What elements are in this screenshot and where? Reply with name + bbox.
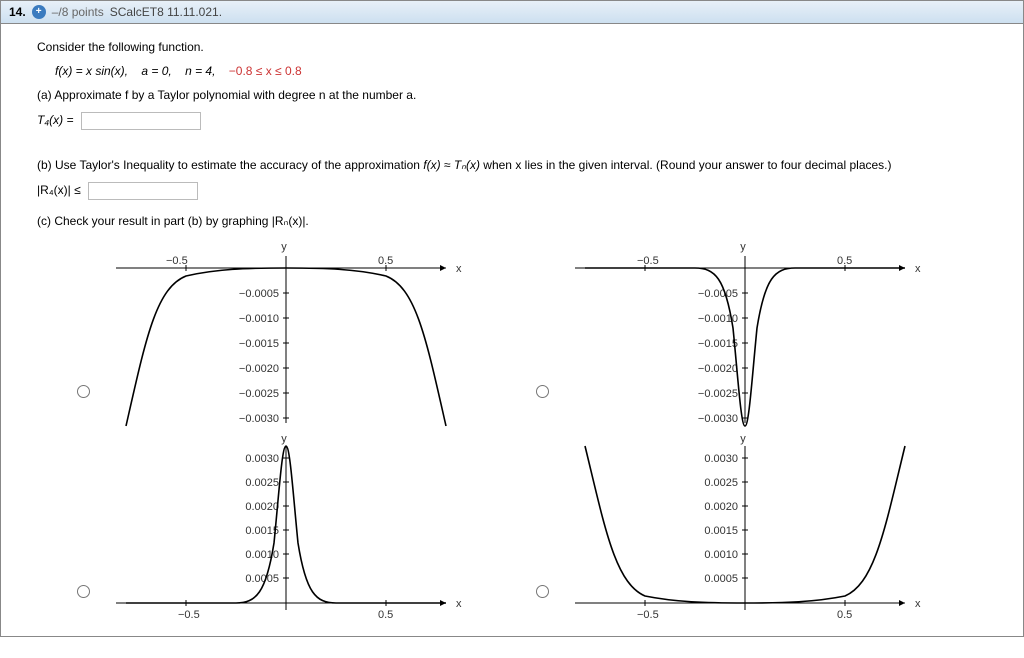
plot-d: y x −0.5 0.5 0.0030 0.0025 0.0020 0.0015…	[555, 428, 935, 628]
function-definition: f(x) = x sin(x), a = 0, n = 4, −0.8 ≤ x …	[37, 64, 995, 78]
graph-option-c: y x −0.5 0.5 0.0030 0.0025 0.0020 0.0015…	[77, 428, 536, 628]
svg-text:−0.0005: −0.0005	[239, 288, 279, 300]
plot-d-xtick-0: −0.5	[637, 609, 659, 621]
svg-text:−0.0025: −0.0025	[239, 388, 279, 400]
plot-a-xtick-1: 0.5	[378, 255, 393, 267]
svg-text:−0.0015: −0.0015	[239, 338, 279, 350]
source-label: SCalcET8 11.11.021.	[110, 5, 222, 19]
function-expr: f(x) = x sin(x),	[55, 64, 128, 78]
svg-text:0.0015: 0.0015	[245, 525, 279, 537]
plot-d-yticks: 0.0030 0.0025 0.0020 0.0015 0.0010 0.000…	[704, 453, 748, 585]
function-a: a = 0,	[141, 64, 171, 78]
plot-d-xtick-1: 0.5	[837, 609, 852, 621]
graph-radio-c[interactable]	[77, 585, 90, 598]
graph-radio-a[interactable]	[77, 385, 90, 398]
svg-text:0.0030: 0.0030	[704, 453, 738, 465]
plot-c-yticks: 0.0030 0.0025 0.0020 0.0015 0.0010 0.000…	[245, 453, 289, 585]
plot-b-xtick-1: 0.5	[837, 255, 852, 267]
question-body: Consider the following function. f(x) = …	[1, 24, 1023, 636]
y-axis-label: y	[740, 433, 746, 445]
x-axis-label: x	[915, 263, 921, 275]
svg-text:−0.0020: −0.0020	[239, 363, 279, 375]
y-axis-label: y	[740, 241, 746, 253]
plot-b-xtick-0: −0.5	[637, 255, 659, 267]
svg-text:0.0025: 0.0025	[245, 477, 279, 489]
plot-a: y x −0.5 0.5 −0.0005 −0.0010 −0.0015	[96, 238, 476, 428]
part-a-answer-row: T₄(x) =	[37, 112, 995, 130]
plot-c: y x −0.5 0.5 0.0030 0.0025 0.0020 0.0015…	[96, 428, 476, 628]
plot-a-xtick-0: −0.5	[166, 255, 188, 267]
svg-text:0.0005: 0.0005	[704, 573, 738, 585]
svg-text:0.0005: 0.0005	[245, 573, 279, 585]
svg-text:0.0020: 0.0020	[704, 501, 738, 513]
part-b-prompt-mid: when x lies in the given interval. (Roun…	[483, 158, 891, 172]
part-b-answer-row: |R₄(x)| ≤	[37, 182, 995, 200]
question-container: 14. + –/8 points SCalcET8 11.11.021. Con…	[0, 0, 1024, 637]
intro-text: Consider the following function.	[37, 40, 995, 54]
graph-radio-d[interactable]	[536, 585, 549, 598]
part-a-prompt: (a) Approximate f by a Taylor polynomial…	[37, 88, 995, 102]
part-c-prompt: (c) Check your result in part (b) by gra…	[37, 214, 995, 228]
svg-text:0.0015: 0.0015	[704, 525, 738, 537]
svg-text:−0.0030: −0.0030	[239, 413, 279, 425]
svg-text:−0.0025: −0.0025	[698, 388, 738, 400]
question-number: 14.	[9, 5, 26, 19]
plot-a-yticks: −0.0005 −0.0010 −0.0015 −0.0020 −0.0025 …	[239, 288, 289, 425]
plot-c-xtick-0: −0.5	[178, 609, 200, 621]
x-axis-label: x	[915, 598, 921, 610]
question-header: 14. + –/8 points SCalcET8 11.11.021.	[1, 1, 1023, 24]
plot-c-xtick-1: 0.5	[378, 609, 393, 621]
svg-text:−0.0005: −0.0005	[698, 288, 738, 300]
x-axis-label: x	[456, 263, 462, 275]
svg-text:0.0010: 0.0010	[704, 549, 738, 561]
graph-option-d: y x −0.5 0.5 0.0030 0.0025 0.0020 0.0015…	[536, 428, 995, 628]
part-b-prompt: (b) Use Taylor's Inequality to estimate …	[37, 158, 995, 172]
svg-text:0.0010: 0.0010	[245, 549, 279, 561]
graph-option-a: y x −0.5 0.5 −0.0005 −0.0010 −0.0015	[77, 238, 536, 428]
y-axis-label: y	[281, 241, 287, 253]
svg-text:0.0025: 0.0025	[704, 477, 738, 489]
svg-text:−0.0020: −0.0020	[698, 363, 738, 375]
function-n: n = 4,	[185, 64, 215, 78]
expand-icon[interactable]: +	[32, 5, 46, 19]
y-axis-label: y	[281, 433, 287, 445]
function-interval: −0.8 ≤ x ≤ 0.8	[229, 64, 302, 78]
points-label: –/8 points	[52, 5, 104, 19]
svg-text:0.0020: 0.0020	[245, 501, 279, 513]
part-b-lhs: |R₄(x)| ≤	[37, 183, 81, 197]
svg-text:−0.0015: −0.0015	[698, 338, 738, 350]
part-a-lhs: T₄(x) =	[37, 113, 73, 127]
svg-text:−0.0010: −0.0010	[239, 313, 279, 325]
part-a-input[interactable]	[81, 112, 201, 130]
x-axis-label: x	[456, 598, 462, 610]
part-b-approx: f(x) ≈ Tₙ(x)	[423, 158, 480, 172]
svg-text:−0.0030: −0.0030	[698, 413, 738, 425]
part-b-input[interactable]	[88, 182, 198, 200]
plot-b: y x −0.5 0.5 −0.0005 −0.0010 −0.0015 −0.…	[555, 238, 935, 428]
part-b-prompt-pre: (b) Use Taylor's Inequality to estimate …	[37, 158, 423, 172]
graph-option-b: y x −0.5 0.5 −0.0005 −0.0010 −0.0015 −0.…	[536, 238, 995, 428]
graph-grid: y x −0.5 0.5 −0.0005 −0.0010 −0.0015	[77, 238, 995, 628]
graph-radio-b[interactable]	[536, 385, 549, 398]
svg-text:0.0030: 0.0030	[245, 453, 279, 465]
